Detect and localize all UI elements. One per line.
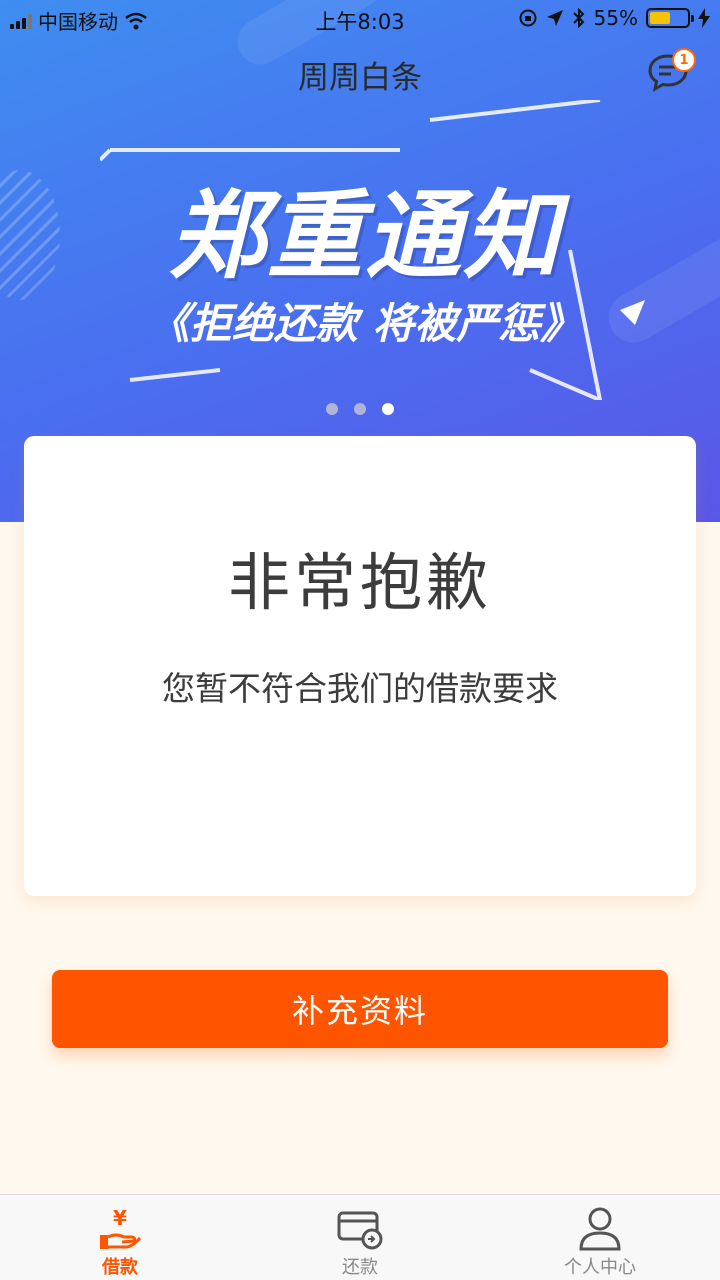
carousel-dot-active[interactable] (382, 403, 394, 415)
bluetooth-icon (572, 8, 584, 28)
carousel-dot[interactable] (354, 403, 366, 415)
tab-label: 还款 (342, 1257, 378, 1278)
tab-bar: ¥ 借款 还款 个人中心 (0, 1194, 720, 1280)
loan-hand-yen-icon: ¥ (100, 1206, 142, 1249)
card-title: 非常抱歉 (227, 546, 492, 619)
repay-card-icon (337, 1211, 383, 1250)
carousel-indicator (0, 403, 720, 415)
person-icon (579, 1207, 621, 1251)
tab-profile[interactable]: 个人中心 (480, 1195, 720, 1280)
page-title: 周周白条 (298, 60, 422, 96)
message-badge: 1 (672, 48, 696, 72)
supplement-info-button[interactable]: 补充资料 (52, 970, 668, 1048)
banner-title: 郑重通知 (169, 180, 561, 292)
banner-subtitle: 《拒绝还款 将被严惩》 (147, 299, 583, 348)
carousel-dot[interactable] (326, 403, 338, 415)
rotation-lock-icon (519, 9, 537, 27)
tab-label: 借款 (102, 1257, 138, 1278)
location-arrow-icon (546, 10, 563, 26)
tab-label: 个人中心 (564, 1257, 636, 1278)
tab-repay[interactable]: 还款 (240, 1195, 480, 1280)
svg-text:¥: ¥ (113, 1206, 127, 1230)
decor-hatch (0, 170, 60, 300)
battery-icon (646, 8, 694, 28)
tab-loan[interactable]: ¥ 借款 (0, 1195, 240, 1280)
result-card: 非常抱歉 您暂不符合我们的借款要求 (24, 436, 696, 896)
status-bar: 中国移动 上午8:03 55% (0, 0, 720, 38)
card-message: 您暂不符合我们的借款要求 (162, 669, 558, 708)
charging-bolt-icon (698, 8, 710, 28)
battery-percent: 55% (593, 6, 638, 30)
